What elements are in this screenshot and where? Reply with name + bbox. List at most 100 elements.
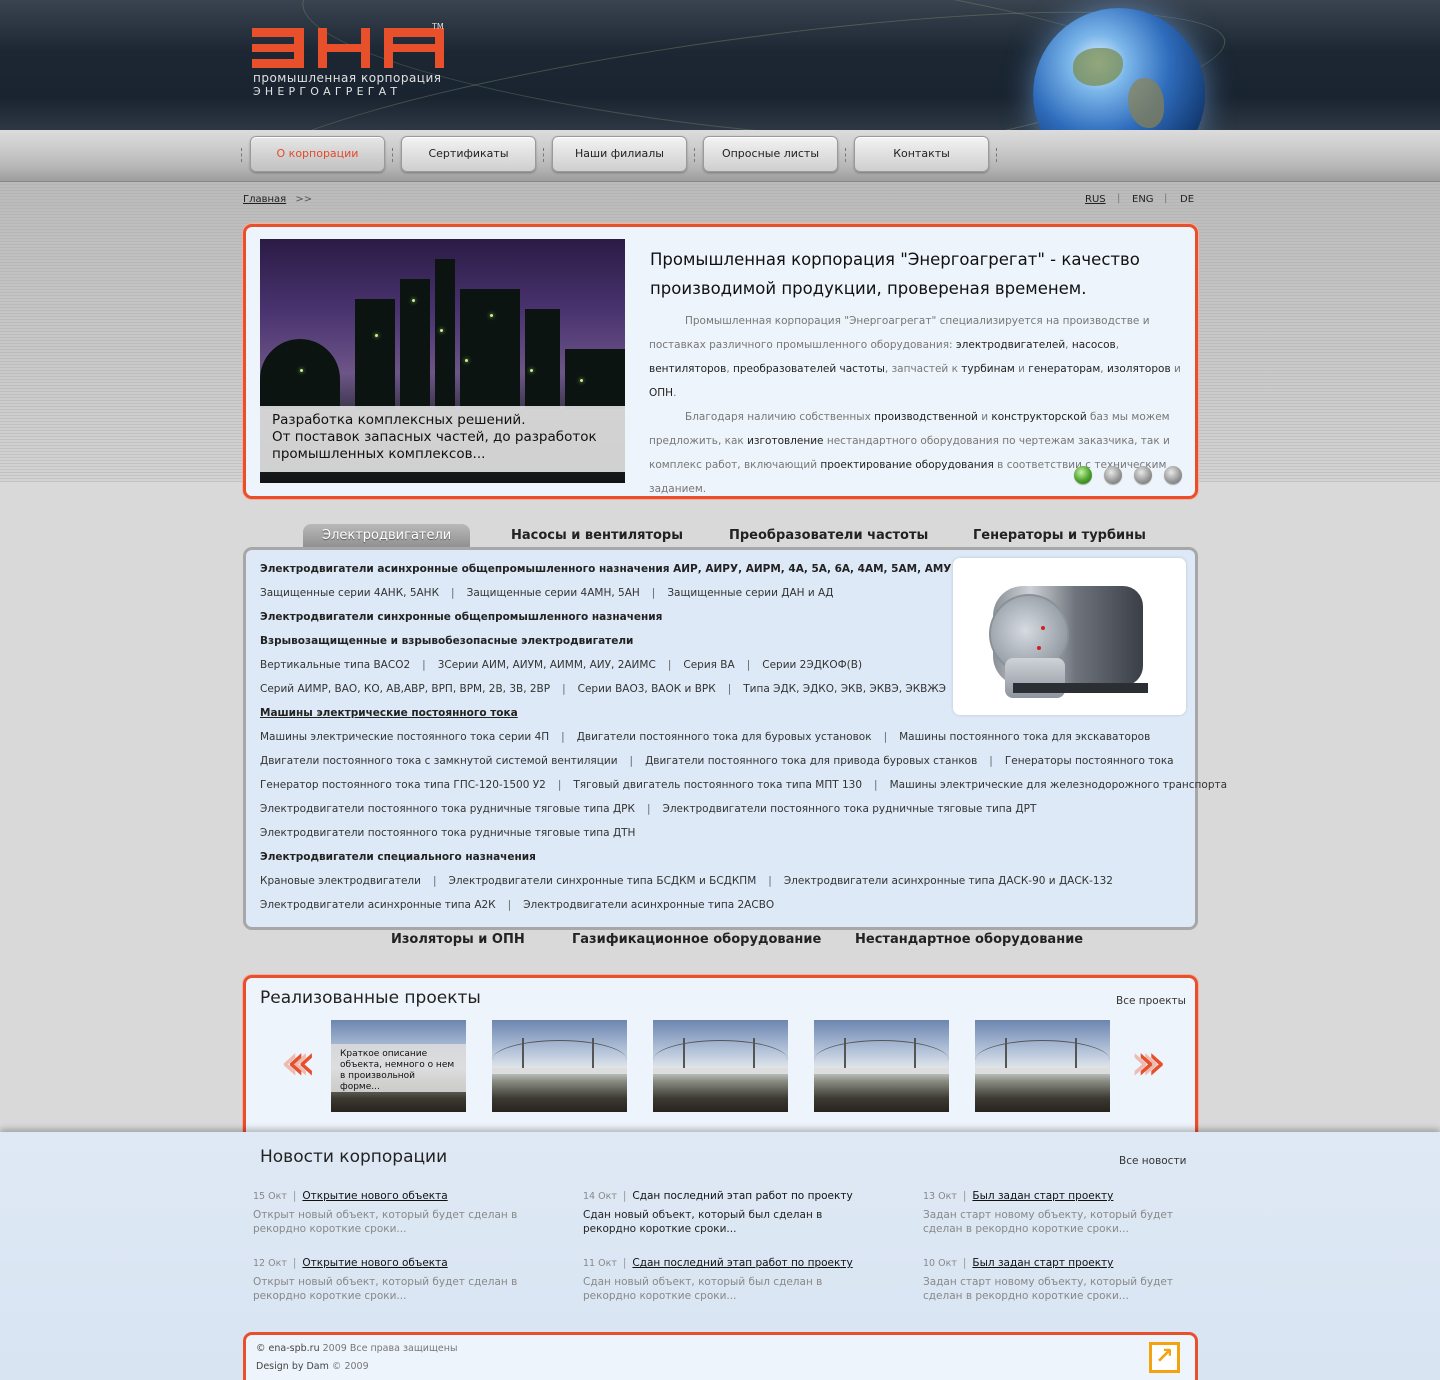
link-design-base[interactable]: конструкторской (991, 411, 1086, 423)
news-link[interactable]: Открытие нового объекта (302, 1257, 447, 1269)
category-link[interactable]: Электродвигатели постоянного тока руднич… (260, 803, 635, 815)
category-link[interactable]: Крановые электродвигатели (260, 875, 421, 887)
category-link[interactable]: Защищенные серии ДАН и АД (667, 587, 833, 599)
lang-eng[interactable]: ENG (1132, 194, 1154, 205)
link-motors[interactable]: электродвигателей (956, 339, 1065, 351)
category-row: Генератор постоянного тока типа ГПС-120-… (260, 775, 1227, 799)
external-link-icon[interactable]: ↗ (1149, 1342, 1180, 1373)
link-equipment-design[interactable]: проектирование оборудования (820, 459, 993, 471)
category-link[interactable]: Электродвигатели постоянного тока руднич… (662, 803, 1036, 815)
slider-dot-2[interactable] (1104, 466, 1122, 484)
tab-gasification[interactable]: Газификационное оборудование (572, 932, 821, 947)
nav-item-about[interactable]: О корпорации (250, 136, 385, 172)
project-thumb[interactable]: Краткое описание объекта, немного о нем … (331, 1020, 466, 1112)
category-link[interactable]: Электродвигатели постоянного тока руднич… (260, 827, 635, 839)
nav-item-contacts[interactable]: Контакты (854, 136, 989, 172)
next-arrow-icon[interactable]: » (1136, 1037, 1167, 1087)
category-link[interactable]: Типа ЭДК, ЭДКО, ЭКВ, ЭКВЭ, ЭКВЖЭ (743, 683, 946, 695)
category-link[interactable]: Машины постоянного тока для экскаваторов (899, 731, 1150, 743)
link-converters[interactable]: преобразователей частоты (733, 363, 885, 375)
project-thumb[interactable] (975, 1020, 1110, 1112)
link-fans[interactable]: вентиляторов (649, 363, 726, 375)
news-link[interactable]: Сдан последний этап работ по проекту (632, 1257, 852, 1269)
footer-site-link[interactable]: ena-spb.ru (269, 1343, 320, 1354)
footer-design: Design by Dam © 2009 (256, 1361, 369, 1372)
link-opn[interactable]: ОПН (649, 387, 673, 399)
category-link[interactable]: Двигатели постоянного тока для привода б… (645, 755, 977, 767)
all-projects-link[interactable]: Все проекты (1116, 995, 1186, 1007)
category-heading-link[interactable]: Взрывозащищенные и взрывобезопасные элек… (260, 635, 633, 647)
all-news-link[interactable]: Все новости (1119, 1155, 1186, 1167)
lang-de[interactable]: DE (1180, 194, 1194, 205)
header: TM промышленная корпорация ЭНЕРГОАГРЕГАТ (0, 0, 1440, 130)
category-link[interactable]: Электродвигатели асинхронные типа ДАСК-9… (784, 875, 1113, 887)
feature-image[interactable]: Разработка комплексных решений. От поста… (260, 239, 625, 483)
news-link[interactable]: Был задан старт проекту (972, 1257, 1113, 1269)
tab-frequency-converters[interactable]: Преобразователи частоты (729, 524, 928, 548)
news-item: 11 Окт | Сдан последний этап работ по прое… (583, 1257, 853, 1302)
category-link[interactable]: Серии ВАО3, ВАОК и ВРК (578, 683, 716, 695)
project-thumb[interactable] (653, 1020, 788, 1112)
nav-separator (996, 148, 997, 162)
nav-item-questionnaires[interactable]: Опросные листы (703, 136, 838, 172)
lang-rus[interactable]: RUS (1085, 194, 1106, 205)
category-link[interactable]: Защищенные серии 4АНК, 5АНК (260, 587, 439, 599)
tab-custom-equipment[interactable]: Нестандартное оборудование (855, 932, 1083, 947)
link-production[interactable]: производственной (874, 411, 978, 423)
news-item: 10 Окт | Был задан старт проекту Задан ста… (923, 1256, 1193, 1303)
link-generators[interactable]: генераторам (1028, 363, 1100, 375)
slider-dot-1[interactable] (1074, 466, 1092, 484)
tab-motors[interactable]: Электродвигатели (303, 524, 471, 548)
category-row: Электродвигатели постоянного тока руднич… (260, 799, 1190, 823)
project-thumb[interactable] (492, 1020, 627, 1112)
nav-item-certificates[interactable]: Сертификаты (401, 136, 536, 172)
category-row: Машины электрические постоянного тока (260, 703, 1190, 727)
news-link[interactable]: Сдан последний этап работ по проекту (632, 1190, 852, 1202)
slider-dot-4[interactable] (1164, 466, 1182, 484)
nav-item-branches[interactable]: Наши филиалы (552, 136, 687, 172)
link-manufacturing[interactable]: изготовление (747, 435, 823, 447)
tab-pumps-fans[interactable]: Насосы и вентиляторы (511, 524, 683, 548)
breadcrumb-home-link[interactable]: Главная (243, 194, 286, 205)
category-link[interactable]: Двигатели постоянного тока с замкнутой с… (260, 755, 618, 767)
category-link[interactable]: Серия ВА (683, 659, 734, 671)
category-separator: | (451, 587, 455, 599)
category-heading-link[interactable]: Электродвигатели асинхронные общепромышл… (260, 563, 951, 575)
link-pumps[interactable]: насосов (1072, 339, 1116, 351)
prev-arrow-icon[interactable]: « (286, 1037, 317, 1087)
category-link[interactable]: Генератор постоянного тока типа ГПС-120-… (260, 779, 546, 791)
news-body: Открыт новый объект, который будет сдела… (253, 1276, 518, 1302)
category-link[interactable]: Электродвигатели асинхронные типа 2АСВО (523, 899, 774, 911)
tab-insulators[interactable]: Изоляторы и ОПН (391, 932, 525, 947)
feature-caption: Разработка комплексных решений. От поста… (260, 406, 625, 472)
category-link[interactable]: Электродвигатели синхронные типа БСДКМ и… (448, 875, 756, 887)
logo-line2: ЭНЕРГОАГРЕГАТ (253, 85, 402, 98)
category-heading-link[interactable]: Электродвигатели синхронные общепромышле… (260, 611, 662, 623)
feature-paragraph: Благодаря наличию собственных производст… (649, 411, 1170, 495)
category-link[interactable]: Вертикальные типа ВАСО2 (260, 659, 410, 671)
category-link[interactable]: 3Серии АИМ, АИУМ, АИММ, АИУ, 2АИМС (438, 659, 656, 671)
footer-design-link[interactable]: Design by Dam (256, 1361, 329, 1372)
category-link[interactable]: Серии 2ЭДКОФ(В) (762, 659, 862, 671)
category-link[interactable]: Защищенные серии 4АМН, 5АН (467, 587, 640, 599)
category-row: Вертикальные типа ВАСО2 | 3Серии АИМ, АИУМ… (260, 655, 1190, 679)
slider-dot-3[interactable] (1134, 466, 1152, 484)
category-link[interactable]: Серий АИМР, ВАО, КО, АВ,АВР, ВРП, ВРМ, 2… (260, 683, 550, 695)
news-link[interactable]: Открытие нового объекта (302, 1190, 447, 1202)
category-heading-link[interactable]: Машины электрические постоянного тока (260, 707, 518, 719)
category-link[interactable]: Тяговый двигатель постоянного тока типа … (573, 779, 862, 791)
category-link[interactable]: Машины электрические для железнодорожног… (890, 779, 1227, 791)
news-link[interactable]: Был задан старт проекту (972, 1190, 1113, 1202)
link-turbines[interactable]: турбинам (961, 363, 1015, 375)
project-thumb[interactable] (814, 1020, 949, 1112)
category-link[interactable]: Двигатели постоянного тока для буровых у… (577, 731, 872, 743)
category-heading-link[interactable]: Электродвигатели специального назначения (260, 851, 536, 863)
category-row: Электродвигатели постоянного тока руднич… (260, 823, 1190, 847)
logo[interactable]: TM промышленная корпорация ЭНЕРГОАГРЕГАТ (252, 22, 452, 102)
tab-generators-turbines[interactable]: Генераторы и турбины (973, 524, 1146, 548)
link-insulators[interactable]: изоляторов (1107, 363, 1171, 375)
category-link[interactable]: Электродвигатели асинхронные типа А2К (260, 899, 496, 911)
category-link[interactable]: Машины электрические постоянного тока се… (260, 731, 549, 743)
lang-separator: | (1117, 193, 1121, 204)
category-link[interactable]: Генераторы постоянного тока (1005, 755, 1174, 767)
